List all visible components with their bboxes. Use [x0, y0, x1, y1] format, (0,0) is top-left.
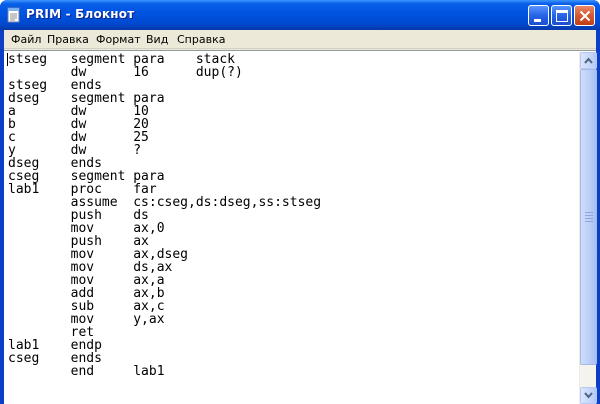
scroll-down-arrow-icon	[584, 392, 593, 399]
scroll-thumb[interactable]	[580, 69, 597, 365]
menu-edit[interactable]: Правка	[47, 32, 89, 48]
title-bar[interactable]: PRIM - Блокнот	[0, 0, 600, 30]
text-line[interactable]: end lab1	[8, 365, 578, 378]
maximize-icon	[556, 10, 568, 22]
scroll-up-arrow-icon	[584, 57, 593, 64]
menu-format[interactable]: Формат	[96, 32, 141, 48]
window-body: Файл Правка Формат Вид Справка stseg seg…	[4, 30, 597, 404]
text-content[interactable]: stseg segment para stack dw 16 dup(?) sts…	[8, 53, 578, 403]
text-caret	[7, 53, 8, 66]
thumb-grip	[585, 215, 593, 216]
menu-view[interactable]: Вид	[146, 32, 168, 48]
menu-help[interactable]: Справка	[177, 32, 225, 48]
minimize-button[interactable]	[528, 5, 549, 26]
thumb-grip	[585, 218, 593, 219]
scroll-down-button[interactable]	[580, 387, 597, 404]
notepad-icon[interactable]	[6, 7, 22, 23]
menu-bar: Файл Правка Формат Вид Справка	[4, 30, 596, 49]
close-button[interactable]	[574, 5, 595, 26]
thumb-grip	[585, 221, 593, 222]
window-title: PRIM - Блокнот	[26, 7, 135, 21]
minimize-icon	[534, 19, 541, 22]
scroll-up-button[interactable]	[580, 52, 597, 69]
close-icon	[579, 10, 591, 22]
notepad-window: PRIM - Блокнот Файл Правка Формат Вид Сп	[0, 0, 600, 404]
maximize-button[interactable]	[551, 5, 572, 26]
editor-area[interactable]: stseg segment para stack dw 16 dup(?) sts…	[4, 50, 597, 404]
thumb-grip	[585, 212, 593, 213]
vertical-scrollbar[interactable]	[579, 52, 597, 404]
menu-file[interactable]: Файл	[11, 32, 41, 48]
